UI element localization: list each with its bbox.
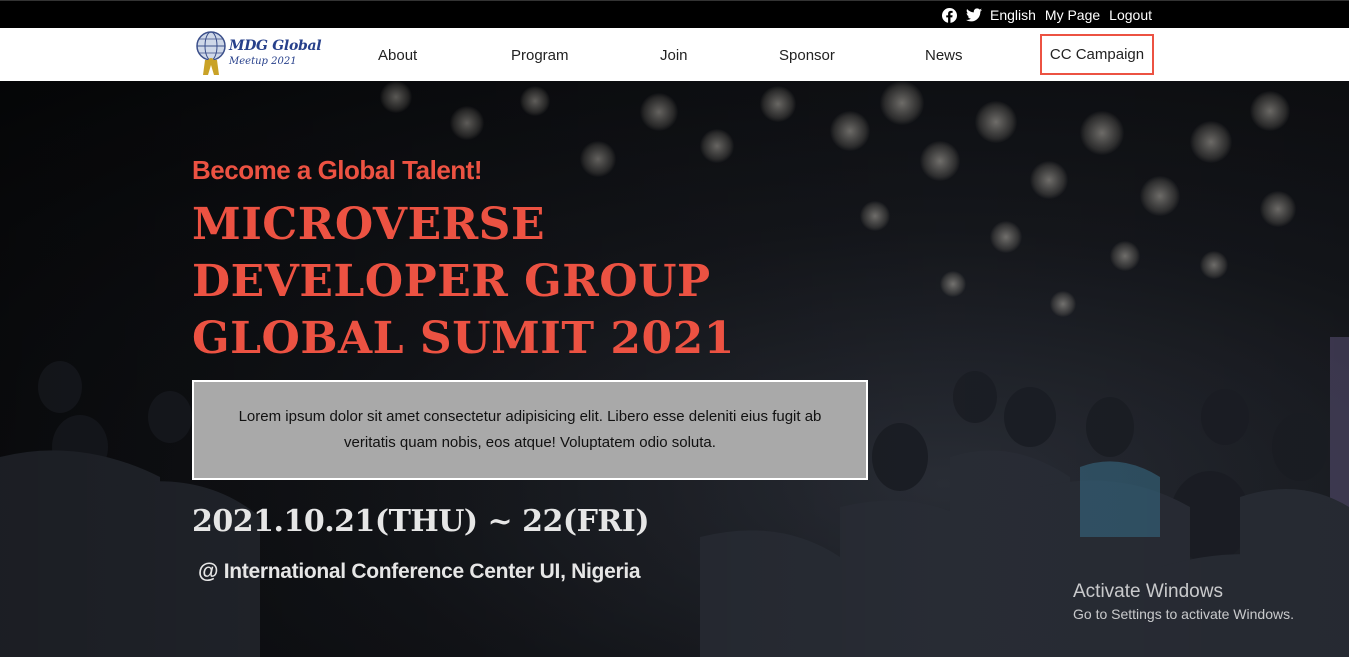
main-navbar: MDG Global Meetup 2021 About Program Joi…	[0, 28, 1349, 81]
language-link[interactable]: English	[990, 7, 1036, 23]
logo-title: MDG Global	[229, 38, 322, 54]
event-venue: @ International Conference Center UI, Ni…	[198, 560, 641, 583]
globe-logo-icon	[196, 31, 226, 75]
top-bar-links: English My Page Logout	[942, 7, 1152, 23]
hero-description: Lorem ipsum dolor sit amet consectetur a…	[238, 408, 822, 451]
my-page-link[interactable]: My Page	[1045, 7, 1100, 23]
top-bar: English My Page Logout	[0, 0, 1349, 28]
nav-item-join[interactable]: Join	[660, 47, 688, 64]
hero-section: Become a Global Talent! MICROVERSE DEVEL…	[0, 81, 1349, 657]
twitter-icon[interactable]	[966, 7, 982, 23]
facebook-icon[interactable]	[942, 7, 957, 23]
nav-item-about[interactable]: About	[378, 47, 417, 64]
hero-description-box: Lorem ipsum dolor sit amet consectetur a…	[192, 380, 868, 480]
logout-link[interactable]: Logout	[1109, 7, 1152, 23]
nav-item-sponsor[interactable]: Sponsor	[779, 47, 835, 64]
nav-item-program[interactable]: Program	[511, 47, 569, 64]
watermark-subtitle: Go to Settings to activate Windows.	[1073, 606, 1294, 622]
windows-activation-watermark: Activate Windows Go to Settings to activ…	[1073, 581, 1294, 622]
hero-subtitle: Become a Global Talent!	[192, 155, 482, 185]
logo-subtitle: Meetup 2021	[229, 56, 297, 67]
watermark-title: Activate Windows	[1073, 581, 1223, 602]
logo[interactable]: MDG Global Meetup 2021	[193, 28, 322, 78]
nav-item-news[interactable]: News	[925, 47, 963, 64]
cc-campaign-button[interactable]: CC Campaign	[1040, 34, 1154, 75]
event-date: 2021.10.21(THU) ~ 22(FRI)	[192, 504, 650, 539]
hero-title: MICROVERSE DEVELOPER GROUP GLOBAL SUMIT …	[192, 199, 735, 364]
